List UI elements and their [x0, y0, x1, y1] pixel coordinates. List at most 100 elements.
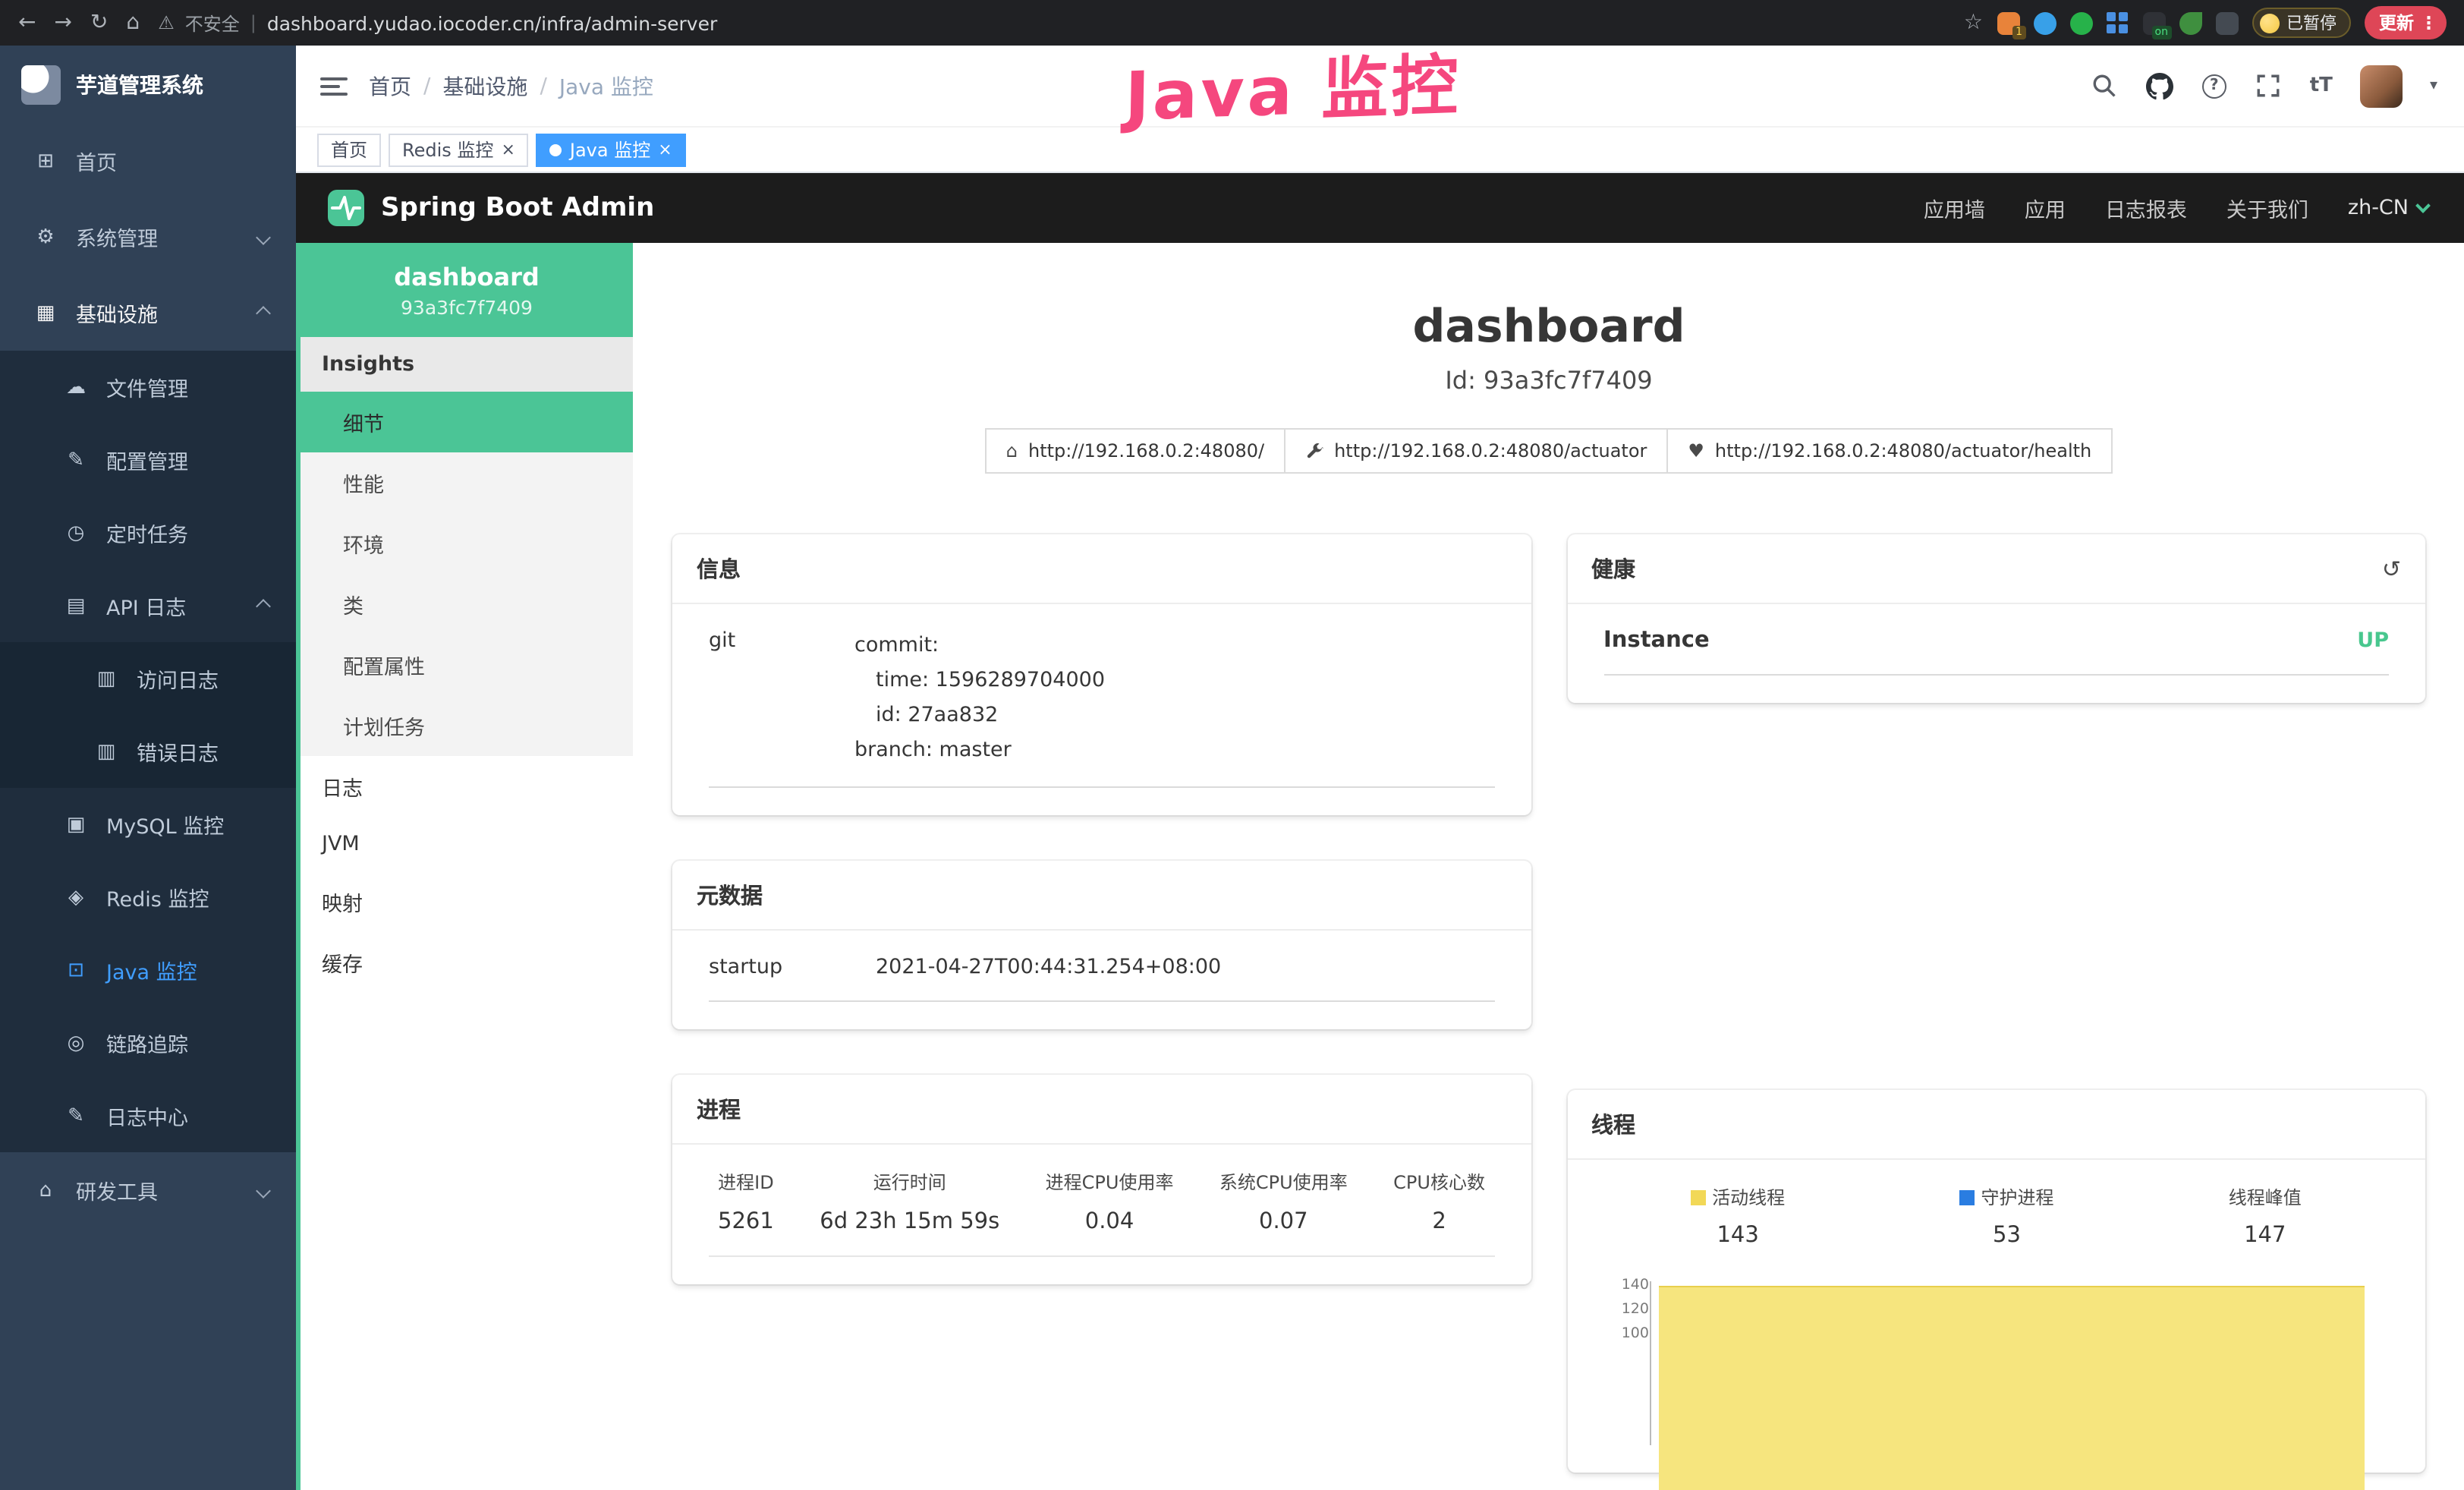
- address-bar[interactable]: ⚠ 不安全 | dashboard.yudao.iocoder.cn/infra…: [158, 10, 1946, 36]
- browser-home-icon[interactable]: ⌂: [126, 11, 140, 35]
- menu-item-mappings[interactable]: 映射: [301, 871, 633, 932]
- git-branch-line: branch: master: [854, 733, 1494, 768]
- card-title: 元数据: [697, 879, 763, 911]
- tab-close-icon[interactable]: ×: [501, 141, 515, 158]
- breadcrumb-item-infra[interactable]: 基础设施: [442, 71, 527, 101]
- legend-blue-square-icon: [1959, 1189, 1975, 1205]
- extension-icon-puzzle[interactable]: [2215, 11, 2238, 34]
- extension-icon-orange[interactable]: 1: [1997, 11, 2019, 34]
- forward-icon[interactable]: →: [54, 11, 71, 35]
- sidebar-item-trace[interactable]: ◎ 链路追踪: [0, 1006, 296, 1079]
- profile-emoji-icon: [2259, 13, 2279, 33]
- search-icon[interactable]: [2091, 72, 2119, 99]
- tab-home[interactable]: 首页: [317, 133, 381, 166]
- url-separator: |: [250, 12, 256, 33]
- menu-item-classes[interactable]: 类: [301, 574, 633, 635]
- sidebar-item-home[interactable]: ⊞ 首页: [0, 123, 296, 199]
- git-commit-line: commit:: [854, 628, 1494, 663]
- tab-redis-monitor[interactable]: Redis 监控 ×: [389, 133, 529, 166]
- locale-select[interactable]: zh-CN: [2348, 196, 2428, 220]
- sidebar-item-error-log[interactable]: ▥ 错误日志: [0, 715, 296, 788]
- font-size-icon[interactable]: tT: [2310, 74, 2333, 97]
- sidebar-item-api-log[interactable]: ▤ API 日志: [0, 569, 296, 642]
- sidebar-item-config-management[interactable]: ✎ 配置管理: [0, 424, 296, 496]
- infrastructure-icon: ▦: [27, 301, 64, 324]
- sba-nav-applications[interactable]: 应用: [2025, 193, 2066, 223]
- extension-icon-drop[interactable]: [2033, 11, 2056, 34]
- back-icon[interactable]: ←: [18, 11, 36, 35]
- app-logo-row[interactable]: 芋道管理系统: [0, 46, 296, 123]
- menu-item-jvm[interactable]: JVM: [301, 817, 633, 871]
- menu-item-performance[interactable]: 性能: [301, 452, 633, 513]
- link-chip-actuator[interactable]: http://192.168.0.2:48080/actuator: [1284, 428, 1668, 474]
- gear-icon: ⚙: [27, 225, 64, 248]
- sidebar-item-access-log[interactable]: ▥ 访问日志: [0, 642, 296, 715]
- redis-icon: ◈: [58, 886, 94, 909]
- instance-panel[interactable]: dashboard 93a3fc7f7409: [301, 243, 633, 337]
- menu-item-logs[interactable]: 日志: [301, 756, 633, 817]
- refresh-icon[interactable]: ↻: [90, 11, 108, 35]
- sba-nav-wallboard[interactable]: 应用墙: [1924, 193, 1985, 223]
- sidebar-item-java-monitor[interactable]: ⊡ Java 监控: [0, 934, 296, 1006]
- menu-item-scheduled-tasks[interactable]: 计划任务: [301, 695, 633, 756]
- legend-value: 147: [2229, 1224, 2302, 1248]
- caret-down-icon[interactable]: ▾: [2430, 77, 2437, 94]
- extension-icon-green-circle[interactable]: [2069, 11, 2092, 34]
- link-chip-health[interactable]: ♥ http://192.168.0.2:48080/actuator/heal…: [1666, 428, 2113, 474]
- bookmark-star-icon[interactable]: ☆: [1964, 11, 1983, 35]
- menu-item-details[interactable]: 细节: [301, 392, 633, 452]
- metadata-value: 2021-04-27T00:44:31.254+08:00: [876, 955, 1221, 979]
- link-chip-root[interactable]: ⌂ http://192.168.0.2:48080/: [985, 428, 1285, 474]
- info-key: git: [709, 628, 854, 768]
- sidebar-item-infrastructure[interactable]: ▦ 基础设施: [0, 275, 296, 351]
- insecure-warning-icon[interactable]: ⚠: [158, 12, 175, 33]
- sidebar-item-scheduled-jobs[interactable]: ◷ 定时任务: [0, 496, 296, 569]
- sba-nav-journal[interactable]: 日志报表: [2105, 193, 2187, 223]
- sba-nav-about[interactable]: 关于我们: [2226, 193, 2308, 223]
- tab-close-icon[interactable]: ×: [658, 141, 672, 158]
- tab-label: Redis 监控: [402, 137, 493, 162]
- sidebar-item-log-center[interactable]: ✎ 日志中心: [0, 1079, 296, 1152]
- extension-icon-grid[interactable]: [2106, 11, 2129, 34]
- breadcrumb-item-current: Java 监控: [559, 71, 653, 101]
- card-title: 健康: [1591, 553, 1635, 584]
- chevron-up-icon: [256, 305, 271, 320]
- avatar[interactable]: [2360, 65, 2403, 107]
- sidebar-item-dev-tools[interactable]: ⌂ 研发工具: [0, 1152, 296, 1228]
- browser-menu-icon[interactable]: ⋮: [2420, 12, 2437, 33]
- update-button[interactable]: 更新 ⋮: [2364, 6, 2447, 39]
- sba-brand-box[interactable]: Spring Boot Admin: [326, 188, 654, 228]
- sidebar-item-system[interactable]: ⚙ 系统管理: [0, 199, 296, 275]
- sidebar-item-mysql-monitor[interactable]: ▣ MySQL 监控: [0, 788, 296, 861]
- hamburger-icon[interactable]: [320, 72, 348, 99]
- tab-java-monitor[interactable]: Java 监控 ×: [537, 133, 686, 166]
- health-row-instance[interactable]: Instance UP: [1603, 628, 2389, 676]
- health-card: 健康 ↺ Instance UP: [1567, 534, 2425, 703]
- fullscreen-icon[interactable]: [2255, 72, 2283, 99]
- health-label: Instance: [1603, 628, 1710, 653]
- github-icon[interactable]: [2146, 72, 2173, 99]
- extension-icon-switch[interactable]: on: [2142, 11, 2165, 34]
- history-icon[interactable]: ↺: [2382, 555, 2401, 582]
- sidebar-item-file-management[interactable]: ☁ 文件管理: [0, 351, 296, 424]
- breadcrumb-item-home[interactable]: 首页: [369, 71, 411, 101]
- git-id-line: id: 27aa832: [854, 698, 1494, 733]
- annotation-text: Java 监控: [1125, 30, 1462, 140]
- legend-label: 活动线程: [1712, 1184, 1785, 1210]
- on-badge: on: [2152, 25, 2171, 39]
- legend-live-threads: 活动线程 143: [1691, 1184, 1785, 1248]
- menu-item-environment[interactable]: 环境: [301, 513, 633, 574]
- legend-label: 守护进程: [1981, 1184, 2053, 1210]
- menu-item-config-props[interactable]: 配置属性: [301, 635, 633, 695]
- y-tick: 140: [1622, 1278, 1649, 1293]
- page-subtitle: Id: 93a3fc7f7409: [633, 366, 2464, 395]
- url-text[interactable]: dashboard.yudao.iocoder.cn/infra/admin-s…: [267, 11, 717, 34]
- menu-item-caches[interactable]: 缓存: [301, 932, 633, 993]
- profile-chip[interactable]: 已暂停: [2252, 8, 2350, 38]
- sba-header: Spring Boot Admin 应用墙 应用 日志报表 关于我们 zh-CN: [296, 173, 2464, 243]
- security-label[interactable]: 不安全: [185, 10, 240, 36]
- sidebar-item-redis-monitor[interactable]: ◈ Redis 监控: [0, 861, 296, 934]
- breadcrumb-separator: /: [423, 74, 430, 98]
- help-icon[interactable]: ?: [2201, 72, 2228, 99]
- extension-icon-leaf[interactable]: [2179, 11, 2201, 34]
